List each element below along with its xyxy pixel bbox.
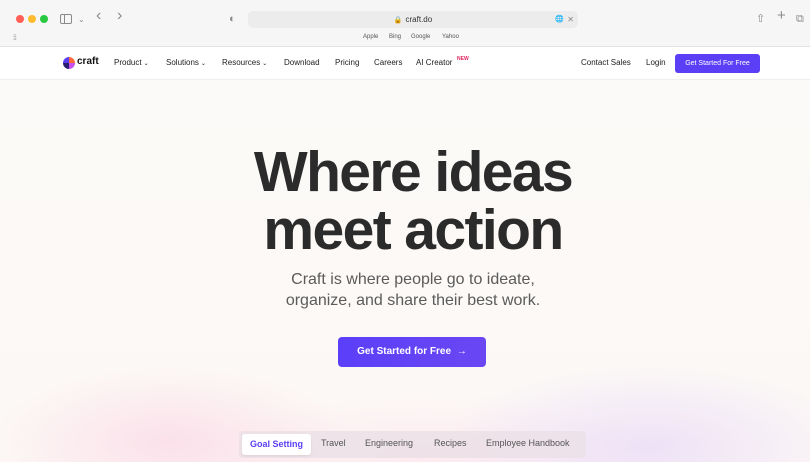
hero-subtitle-line: Craft is where people go to ideate,: [291, 271, 535, 288]
tab-engineering[interactable]: Engineering: [365, 438, 413, 448]
grid-icon[interactable]: ⁞⁞⁞: [13, 35, 17, 42]
hero-get-started-button[interactable]: Get Started for Free →: [338, 337, 486, 367]
nav-pricing[interactable]: Pricing: [335, 58, 359, 67]
new-tab-icon[interactable]: +: [777, 8, 786, 23]
contact-sales-link[interactable]: Contact Sales: [581, 58, 631, 67]
tab-overview-icon[interactable]: ⧉: [796, 12, 804, 26]
website: craft Product ⌄ Solutions ⌄ Resources ⌄ Dow…: [0, 47, 810, 462]
browser-toolbar: ⌄ ‹ › ◐ 🔒 craft.do 🌐 ✕ ⇧ + ⧉: [0, 0, 810, 32]
chevron-down-icon: ⌄: [262, 61, 268, 67]
chevron-down-icon[interactable]: ⌄: [78, 13, 85, 27]
favorite-link[interactable]: Google: [411, 34, 430, 40]
url-text: craft.do: [405, 15, 433, 24]
nav-careers[interactable]: Careers: [374, 58, 402, 67]
nav-product[interactable]: Product ⌄: [114, 58, 149, 67]
arrow-right-icon: →: [456, 346, 467, 357]
hero-subtitle: Craft is where people go to ideate, orga…: [0, 269, 810, 311]
nav-get-started-button[interactable]: Get Started For Free: [675, 54, 760, 73]
favorite-link[interactable]: Yahoo: [442, 34, 459, 40]
translate-icon[interactable]: 🌐: [555, 11, 564, 28]
favorite-link[interactable]: Bing: [389, 34, 401, 40]
tab-recipes[interactable]: Recipes: [434, 438, 467, 448]
maximize-window-button[interactable]: [40, 15, 48, 23]
nav-label: Resources: [222, 58, 261, 67]
share-icon[interactable]: ⇧: [756, 12, 765, 26]
hero-title-line: meet action: [263, 198, 564, 262]
address-bar[interactable]: 🔒 craft.do 🌐 ✕: [248, 11, 578, 28]
favorites-bar: ⁞⁞⁞ Apple Bing Google Yahoo: [0, 32, 810, 47]
tab-travel[interactable]: Travel: [321, 438, 346, 448]
tab-goal-setting[interactable]: Goal Setting: [242, 434, 312, 455]
shield-icon[interactable]: ◐: [229, 12, 236, 26]
nav-label: Solutions: [166, 58, 199, 67]
nav-solutions[interactable]: Solutions ⌄: [166, 58, 206, 67]
new-badge: NEW: [457, 56, 469, 62]
hero-cta-label: Get Started for Free: [357, 346, 452, 357]
close-window-button[interactable]: [16, 15, 24, 23]
craft-logo-icon: [63, 57, 75, 69]
nav-download[interactable]: Download: [284, 58, 320, 67]
lock-icon: 🔒: [393, 17, 403, 24]
forward-icon[interactable]: ›: [117, 8, 122, 24]
hero-subtitle-line: organize, and share their best work.: [285, 292, 541, 309]
close-icon[interactable]: ✕: [567, 11, 574, 28]
login-link[interactable]: Login: [646, 58, 666, 67]
minimize-window-button[interactable]: [28, 15, 36, 23]
nav-label: Product: [114, 58, 142, 67]
hero-title-line: Where ideas: [253, 140, 574, 204]
chevron-down-icon: ⌄: [143, 61, 149, 67]
chevron-down-icon: ⌄: [200, 61, 206, 67]
hero-title: Where ideas meet action: [0, 143, 810, 259]
back-icon[interactable]: ‹: [96, 8, 101, 24]
tab-employee-handbook[interactable]: Employee Handbook: [486, 438, 570, 448]
site-navbar: craft Product ⌄ Solutions ⌄ Resources ⌄ Dow…: [0, 47, 810, 80]
logo-text: craft: [77, 56, 99, 67]
favorite-link[interactable]: Apple: [363, 34, 378, 40]
nav-resources[interactable]: Resources ⌄: [222, 58, 267, 67]
template-tabs: Goal Setting Travel Engineering Recipes …: [239, 431, 586, 458]
sidebar-toggle-icon[interactable]: [60, 14, 72, 24]
nav-ai-creator[interactable]: AI Creator: [416, 58, 452, 67]
